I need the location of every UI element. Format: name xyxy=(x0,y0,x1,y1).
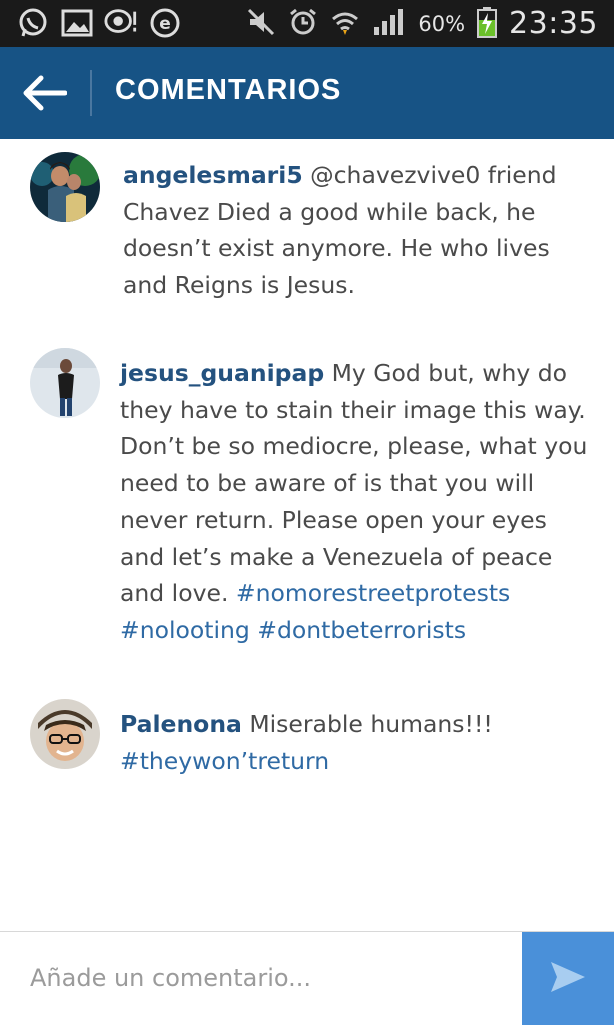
comment-username[interactable]: Palenona xyxy=(120,710,242,738)
comment-input[interactable]: Añade un comentario... xyxy=(30,964,311,992)
alarm-icon xyxy=(288,7,318,41)
comment-text: jesus_guanipap My God but, why do they h… xyxy=(120,355,590,649)
comment-body: Miserable humans!!! xyxy=(241,710,493,738)
system-icons: 60% 23:35 xyxy=(246,0,598,47)
clock: 23:35 xyxy=(509,6,598,41)
battery-charging-icon xyxy=(477,6,498,42)
whatsapp-icon xyxy=(16,6,50,40)
wifi-icon xyxy=(330,7,360,41)
back-arrow-icon[interactable] xyxy=(18,70,70,116)
gallery-icon xyxy=(60,6,94,40)
hashtag-link[interactable]: #nolooting xyxy=(120,616,250,644)
signal-icon xyxy=(372,7,406,41)
hashtag-link[interactable]: #nomorestreetprotests xyxy=(236,579,510,607)
comment-item: Palenona Miserable humans!!! #theywon’tr… xyxy=(0,679,614,919)
mute-icon xyxy=(246,7,276,41)
hashtag-link[interactable]: #theywon’treturn xyxy=(120,747,329,775)
partially-visible-comment xyxy=(120,922,300,931)
appbar-divider xyxy=(90,70,92,116)
comment-username[interactable]: jesus_guanipap xyxy=(120,359,324,387)
avatar[interactable] xyxy=(30,699,100,769)
comment-text: angelesmari5 @chavezvive0 friend Chavez … xyxy=(123,157,593,304)
app-bar: COMENTARIOS xyxy=(0,47,614,139)
send-button[interactable] xyxy=(522,932,614,1025)
page-title: COMENTARIOS xyxy=(115,74,342,106)
comment-item: angelesmari5 @chavezvive0 friend Chavez … xyxy=(0,139,614,329)
send-icon xyxy=(548,959,588,999)
avatar[interactable] xyxy=(30,348,100,418)
comment-text: Palenona Miserable humans!!! #theywon’tr… xyxy=(120,706,590,779)
avatar[interactable] xyxy=(30,152,100,222)
notification-icons: e xyxy=(16,6,182,40)
comment-username[interactable]: angelesmari5 xyxy=(123,161,303,189)
chat-bubble-icon xyxy=(104,6,138,40)
svg-text:e: e xyxy=(159,14,171,34)
comment-item: jesus_guanipap My God but, why do they h… xyxy=(0,329,614,679)
comment-body: My God but, why do they have to stain th… xyxy=(120,359,588,608)
e-icon: e xyxy=(148,6,182,40)
hashtag-link[interactable]: #dontbeterrorists xyxy=(257,616,466,644)
comment-composer: Añade un comentario... xyxy=(0,931,614,1025)
battery-percent: 60% xyxy=(418,11,466,36)
status-bar: e 60% 23:35 xyxy=(0,0,614,47)
